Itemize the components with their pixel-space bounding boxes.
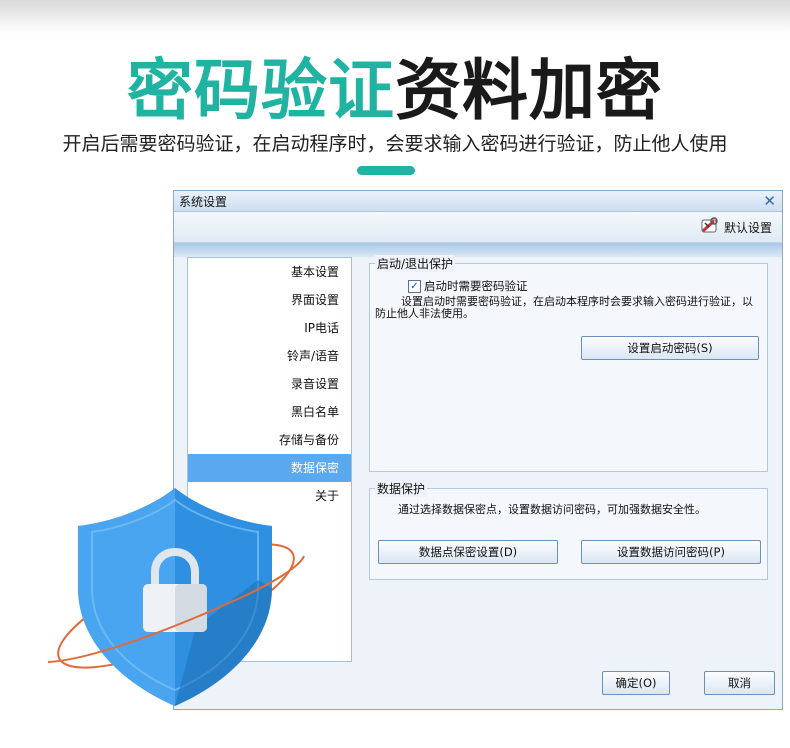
- close-icon[interactable]: ✕: [763, 191, 776, 211]
- data-point-security-button[interactable]: 数据点保密设置(D): [378, 540, 558, 564]
- ok-button[interactable]: 确定(O): [602, 671, 670, 695]
- nav-item-data-security[interactable]: 数据保密: [188, 454, 351, 482]
- startup-password-checkbox-row: ✓ 启动时需要密码验证: [408, 278, 528, 294]
- nav-item-blacklist[interactable]: 黑白名单: [188, 398, 351, 426]
- nav-item-basic[interactable]: 基本设置: [188, 258, 351, 286]
- settings-nav: 基本设置 界面设置 IP电话 铃声/语音 录音设置 黑白名单 存储与备份 数据保…: [187, 257, 352, 662]
- nav-item-recording[interactable]: 录音设置: [188, 370, 351, 398]
- set-access-password-button[interactable]: 设置数据访问密码(P): [581, 540, 761, 564]
- window-title: 系统设置: [179, 195, 228, 209]
- wrench-tools-icon: [700, 216, 720, 238]
- settings-window: 系统设置 ✕ 默认设置 基本设置 界面设置 IP电话 铃声/语音 录音设置 黑白…: [173, 190, 783, 710]
- accent-pill: [357, 166, 415, 175]
- toolbar: 默认设置: [174, 212, 782, 243]
- default-settings-label: 默认设置: [723, 220, 772, 235]
- set-startup-password-button[interactable]: 设置启动密码(S): [581, 336, 759, 360]
- subheadline: 开启后需要密码验证，在启动程序时，会要求输入密码进行验证，防止他人使用: [62, 133, 728, 155]
- nav-item-ip-phone[interactable]: IP电话: [188, 314, 351, 342]
- headline-dark: 资料加密: [395, 52, 663, 129]
- startup-protection-group: 启动/退出保护 ✓ 启动时需要密码验证 设置启动时需要密码验证，在启动本程序时会…: [369, 255, 768, 472]
- header-band: [174, 243, 782, 257]
- nav-item-storage[interactable]: 存储与备份: [188, 426, 351, 454]
- default-settings-button[interactable]: 默认设置: [700, 216, 772, 238]
- headline-teal: 密码验证: [127, 52, 395, 129]
- nav-item-interface[interactable]: 界面设置: [188, 286, 351, 314]
- cancel-button[interactable]: 取消: [704, 671, 775, 695]
- data-description: 通过选择数据保密点，设置数据访问密码，可加强数据安全性。: [398, 503, 706, 516]
- shield-left-face: [78, 488, 175, 706]
- startup-checkbox-label: 启动时需要密码验证: [424, 279, 528, 293]
- data-protection-group: 数据保护 通过选择数据保密点，设置数据访问密码，可加强数据安全性。 数据点保密设…: [369, 480, 768, 580]
- nav-item-ringtone[interactable]: 铃声/语音: [188, 342, 351, 370]
- title-bar: 系统设置 ✕: [174, 191, 782, 212]
- data-group-legend: 数据保护: [375, 480, 428, 497]
- startup-group-legend: 启动/退出保护: [375, 255, 456, 272]
- top-shadow-band: [0, 0, 790, 34]
- nav-item-about[interactable]: 关于: [188, 482, 351, 510]
- startup-description: 设置启动时需要密码验证，在启动本程序时会要求输入密码进行验证，以防止他人非法使用…: [375, 295, 753, 320]
- headline: 密码验证资料加密: [0, 46, 790, 136]
- startup-password-checkbox[interactable]: ✓: [408, 279, 421, 293]
